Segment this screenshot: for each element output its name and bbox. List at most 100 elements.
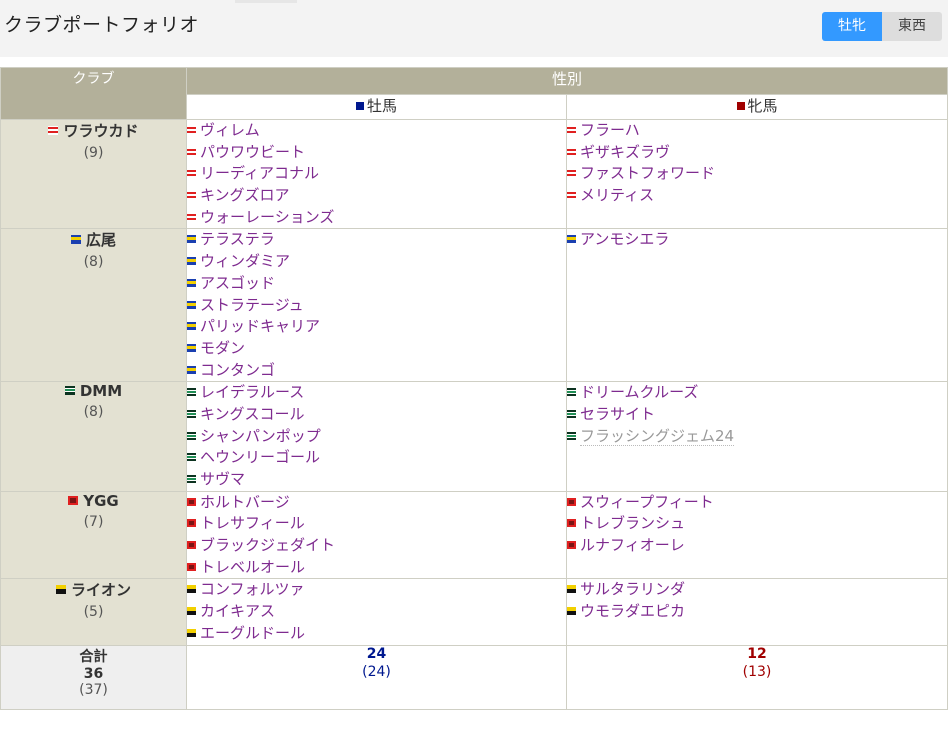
horse-name: モダン (200, 338, 246, 357)
club-flag-icon (567, 519, 576, 528)
horse-name: キングズロア (200, 186, 290, 205)
club-flag-icon (187, 431, 196, 440)
club-flag-icon (187, 475, 196, 483)
horse-link[interactable]: ギザキズラヴ (567, 142, 947, 164)
horse-name: レイデラルース (200, 383, 305, 402)
club-flag-icon (567, 191, 576, 200)
horse-link[interactable]: フラーハ (567, 120, 947, 142)
club-flag-icon (64, 386, 75, 396)
totals-all-count: 36 (83, 665, 104, 682)
horse-link[interactable]: ファストフォワード (567, 163, 947, 185)
club-flag-icon (567, 409, 576, 418)
club-horse-count: (7) (83, 513, 104, 530)
horse-link[interactable]: セラサイト (567, 404, 947, 426)
horse-name: ヘウンリーゴール (200, 448, 321, 467)
club-flag-icon (187, 409, 196, 418)
horse-name: アスゴッド (200, 273, 276, 292)
horse-link[interactable]: ホルトバージ (187, 492, 566, 514)
club-name[interactable]: ワラウカド (1, 120, 186, 141)
club-flag-icon (187, 191, 196, 200)
toggle-gender-button[interactable]: 牡牝 (822, 12, 882, 41)
horse-link[interactable]: ドリームクルーズ (567, 382, 947, 404)
club-flag-icon (187, 300, 196, 309)
totals-female-sub: (13) (742, 663, 772, 680)
horse-link[interactable]: ウィンダミア (187, 251, 566, 273)
horse-link[interactable]: キングスコール (187, 404, 566, 426)
club-flag-icon (567, 235, 576, 244)
club-flag-icon (187, 278, 196, 287)
horse-link[interactable]: モダン (187, 338, 566, 360)
horse-link[interactable]: テラステラ (187, 229, 566, 251)
horse-link[interactable]: シャンパンポップ (187, 426, 566, 448)
horse-link[interactable]: コンタンゴ (187, 360, 566, 382)
club-horse-count: (9) (83, 145, 104, 161)
club-flag-icon (567, 541, 576, 550)
club-name[interactable]: 広尾 (1, 229, 186, 250)
horse-link[interactable]: アンモシエラ (567, 229, 947, 251)
horse-link[interactable]: ウモラダエピカ (567, 601, 947, 623)
horse-link[interactable]: パウワウビート (187, 142, 566, 164)
club-name[interactable]: ライオン (1, 579, 186, 600)
horse-link[interactable]: パリッドキャリア (187, 316, 566, 338)
club-flag-icon (567, 607, 576, 616)
club-name-label: DMM (79, 382, 123, 401)
club-flag-icon (68, 495, 79, 505)
club-horse-count: (8) (83, 404, 104, 421)
column-header-male-label: 牡馬 (366, 97, 397, 115)
horse-link[interactable]: メリティス (567, 185, 947, 207)
club-name-label: ワラウカド (63, 122, 139, 140)
horse-name: ルナフィオーレ (580, 536, 685, 555)
horse-link[interactable]: フラッシングジェム24 (567, 426, 947, 448)
totals-male-cell: 24 (24) (186, 644, 567, 710)
club-name[interactable]: DMM (1, 382, 186, 400)
horse-name: サヴマ (200, 470, 246, 488)
horse-link[interactable]: アスゴッド (187, 273, 566, 295)
horse-name: ドリームクルーズ (580, 383, 699, 402)
horse-link[interactable]: サヴマ (187, 469, 566, 491)
male-horses-cell: コンフォルツァ カイキアス エーグルドール (186, 578, 567, 646)
horse-link[interactable]: カイキアス (187, 601, 566, 623)
horse-name: パリッドキャリア (200, 317, 321, 336)
horse-name: コンタンゴ (200, 360, 276, 379)
horse-name: リーディアコナル (200, 164, 319, 183)
club-name[interactable]: YGG (1, 492, 186, 510)
female-horses-cell: スウィープフィート トレブランシュ ルナフィオーレ (565, 490, 948, 580)
club-row: ライオン (5) コンフォルツァ カイキアス エーグルドール サルタラリンダ ウモラダエピカ (0, 578, 948, 646)
club-portfolio-table: クラブ 性別 牡馬 牝馬 ワラウカド (9) ヴィレム パウワウビート リーディアコナル… (0, 67, 948, 710)
horse-link[interactable]: リーディアコナル (187, 163, 566, 185)
club-flag-icon (187, 257, 196, 266)
horse-link[interactable]: ブラックジェダイト (187, 535, 566, 557)
horse-link[interactable]: ストラテージュ (187, 295, 566, 317)
horse-link[interactable]: キングズロア (187, 185, 566, 207)
horse-link[interactable]: トレブランシュ (567, 513, 947, 535)
horse-name: サルタラリンダ (580, 580, 686, 599)
horse-link[interactable]: レイデラルース (187, 382, 566, 404)
club-rows: ワラウカド (9) ヴィレム パウワウビート リーディアコナル キングズロアウォーレーショ… (0, 118, 948, 646)
club-cell: DMM (8) (0, 381, 187, 492)
club-flag-icon (187, 169, 196, 178)
horse-name: パウワウビート (200, 142, 306, 161)
club-cell: YGG (7) (0, 490, 187, 580)
horse-link[interactable]: サルタラリンダ (567, 579, 947, 601)
page-header: クラブポートフォリオ 牡牝 東西 (0, 0, 948, 57)
horse-name: ギザキズラヴ (580, 142, 671, 161)
club-flag-icon (187, 343, 196, 352)
club-row: DMM (8) レイデラルースキングスコール シャンパンポップ ヘウンリーゴール サヴマ ド… (0, 381, 948, 492)
horse-link[interactable]: トレベルオール (187, 557, 566, 579)
horse-link[interactable]: エーグルドール (187, 623, 566, 645)
horse-link[interactable]: ウォーレーションズ (187, 207, 566, 229)
horse-link[interactable]: コンフォルツァ (187, 579, 566, 601)
club-flag-icon (187, 147, 196, 156)
column-header-male: 牡馬 (186, 94, 567, 120)
horse-link[interactable]: スウィープフィート (567, 492, 947, 514)
club-flag-icon (567, 147, 576, 156)
horse-link[interactable]: ヴィレム (187, 120, 566, 142)
club-flag-icon (187, 388, 196, 397)
male-color-square-icon (355, 102, 364, 110)
horse-link[interactable]: ルナフィオーレ (567, 535, 947, 557)
totals-club-cell: 合計 36 (37) (0, 644, 187, 710)
horse-link[interactable]: トレサフィール (187, 513, 566, 535)
toggle-region-button[interactable]: 東西 (882, 12, 942, 41)
horse-name: メリティス (580, 186, 655, 205)
horse-link[interactable]: ヘウンリーゴール (187, 447, 566, 469)
